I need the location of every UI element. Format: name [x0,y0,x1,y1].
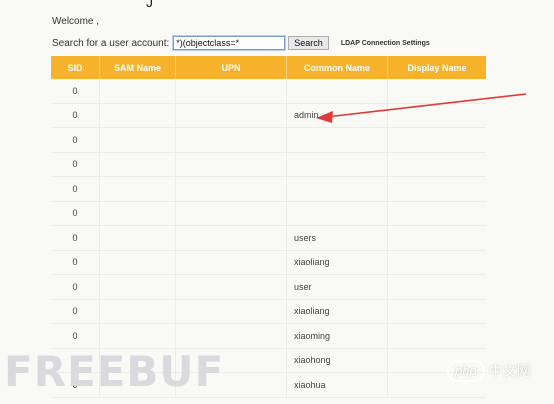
cell-sid: 0 [51,127,100,153]
cell-common-name [286,127,388,153]
cell-sid: 0 [51,323,100,349]
table-row: 0 [51,176,486,202]
cell-display-name [387,152,486,177]
cell-display-name [387,225,486,251]
table-row: 0 [51,79,486,104]
cell-upn [175,225,287,251]
table-row: 0 users [51,225,486,251]
column-header-sam-name: SAM Name [99,56,176,79]
cell-common-name: xiaoliang [286,250,388,275]
cell-common-name: xiaohua [286,372,388,398]
cell-display-name [387,250,486,275]
search-form: Search for a user account: Search LDAP C… [52,35,430,51]
column-header-sid: SID [51,56,100,79]
table-header-row: SID SAM Name UPN Common Name Display Nam… [51,56,486,79]
cell-sid: 0 [51,201,100,226]
php-logo-pill: php [447,360,485,382]
cell-sid: 0 [51,299,100,324]
cell-display-name [387,201,486,226]
cell-display-name [387,79,486,104]
column-header-display-name: Display Name [387,56,486,79]
cell-sam-name [99,250,176,275]
cell-sid: 0 [51,103,100,128]
column-header-common-name: Common Name [286,56,388,79]
cell-sam-name [99,103,176,128]
cell-common-name [286,201,388,226]
cell-sid: 0 [51,225,100,251]
cell-sam-name [99,127,176,153]
cell-display-name [387,103,486,128]
welcome-text: Welcome , [52,16,100,27]
cell-sam-name [99,225,176,251]
cell-sam-name [99,176,176,202]
cell-upn [175,103,287,128]
cell-common-name: xiaoming [286,323,388,349]
cell-upn [175,127,287,153]
php-cn-watermark: php 中文网 [447,360,531,382]
cell-sid: 0 [51,250,100,275]
search-button[interactable]: Search [288,36,329,50]
cell-display-name [387,176,486,202]
search-input[interactable] [172,35,287,51]
cell-sid: 0 [51,176,100,202]
cell-sid: 0 [51,152,100,177]
cell-sam-name [99,79,176,104]
cell-upn [175,201,287,226]
cell-sam-name [99,274,176,300]
cell-upn [175,274,287,300]
table-row: 0 [51,201,486,226]
table-row: 0 admin [51,103,486,128]
cell-upn [175,323,287,349]
cell-upn [175,250,287,275]
cell-sid: 0 [51,79,100,104]
cell-upn [175,176,287,202]
table-row: 0 xiaoming [51,323,486,349]
top-glyph: J [146,0,153,10]
cell-common-name: xiaoliang [286,299,388,324]
cell-sid: 0 [51,274,100,300]
cell-upn [175,299,287,324]
cell-common-name [286,152,388,177]
cell-sam-name [99,152,176,177]
cell-display-name [387,274,486,300]
cell-upn [175,152,287,177]
freebuf-watermark: FREEBUF [4,347,225,396]
cell-common-name: users [286,225,388,251]
table-row: 0 xiaoliang [51,250,486,275]
search-label: Search for a user account: [52,37,170,49]
table-row: 0 [51,127,486,153]
cell-common-name: xiaohong [286,348,388,373]
cell-sam-name [99,299,176,324]
table-row: 0 xiaoliang [51,299,486,324]
cell-sam-name [99,201,176,226]
column-header-upn: UPN [175,56,287,79]
cell-display-name [387,323,486,349]
cell-common-name: admin [286,103,388,128]
php-cn-text: 中文网 [488,363,531,379]
cell-upn [175,79,287,104]
table-row: 0 [51,152,486,177]
cell-sam-name [99,323,176,349]
ldap-settings-link[interactable]: LDAP Connection Settings [341,40,430,47]
table-row: 0 user [51,274,486,300]
cell-common-name: user [286,274,388,300]
cell-display-name [387,127,486,153]
cell-common-name [286,79,388,104]
cell-common-name [286,176,388,202]
cell-display-name [387,299,486,324]
